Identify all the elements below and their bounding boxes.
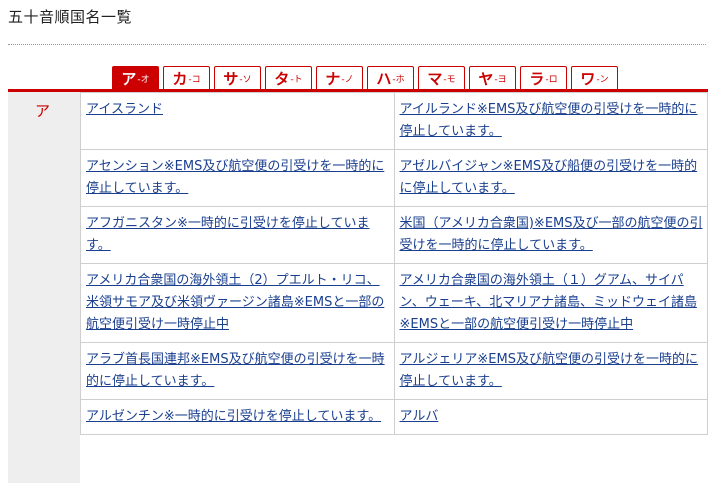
country-link[interactable]: アセンション※EMS及び航空便の引受けを一時的に停止しています。 bbox=[86, 159, 384, 196]
table-cell: アイスランド bbox=[80, 92, 395, 150]
tab-sa[interactable]: サ -ソ bbox=[214, 66, 261, 90]
section-header-column bbox=[8, 92, 80, 483]
table-row: アイスランド アイルランド※EMS及び航空便の引受けを一時的に停止しています。 bbox=[80, 92, 708, 150]
tab-sublabel: -ロ bbox=[545, 75, 558, 85]
table-row: アセンション※EMS及び航空便の引受けを一時的に停止しています。 アゼルバイジャ… bbox=[80, 149, 708, 207]
country-link[interactable]: アゼルバイジャン※EMS及び船便の引受けを一時的に停止しています。 bbox=[400, 159, 698, 196]
country-link[interactable]: アルゼンチン※一時的に引受けを停止しています。 bbox=[86, 409, 381, 424]
tab-label: ナ bbox=[325, 70, 341, 88]
table-cell: アメリカ合衆国の海外領土（2）プエルト・リコ、米領サモア及び米領ヴァージン諸島※… bbox=[80, 263, 395, 343]
table-cell: アルバ bbox=[393, 399, 708, 435]
country-link[interactable]: アイルランド※EMS及び航空便の引受けを一時的に停止しています。 bbox=[400, 102, 698, 139]
country-link[interactable]: アルジェリア※EMS及び航空便の引受けを一時的に停止しています。 bbox=[400, 352, 698, 389]
tab-label: ハ bbox=[376, 70, 392, 88]
table-cell: 米国（アメリカ合衆国)※EMS及び一部の航空便の引受けを一時的に停止しています。 bbox=[393, 206, 708, 264]
tab-wa[interactable]: ワ -ン bbox=[571, 66, 618, 90]
table-cell: アルゼンチン※一時的に引受けを停止しています。 bbox=[80, 399, 395, 435]
tab-sublabel: -ヨ bbox=[494, 75, 507, 85]
tab-ha[interactable]: ハ -ホ bbox=[367, 66, 414, 90]
table-row: アルゼンチン※一時的に引受けを停止しています。 アルバ bbox=[80, 399, 708, 435]
title-divider bbox=[8, 44, 706, 45]
table-row: アフガニスタン※一時的に引受けを停止しています。 米国（アメリカ合衆国)※EMS… bbox=[80, 206, 708, 264]
table-cell: アルジェリア※EMS及び航空便の引受けを一時的に停止しています。 bbox=[393, 342, 708, 400]
country-table: アイスランド アイルランド※EMS及び航空便の引受けを一時的に停止しています。 … bbox=[80, 92, 708, 435]
country-link[interactable]: 米国（アメリカ合衆国)※EMS及び一部の航空便の引受けを一時的に停止しています。 bbox=[400, 216, 703, 253]
table-cell: アフガニスタン※一時的に引受けを停止しています。 bbox=[80, 206, 395, 264]
tab-label: カ bbox=[172, 70, 188, 88]
section-label: ア bbox=[35, 102, 51, 120]
tab-label: サ bbox=[223, 70, 239, 88]
page-title: 五十音順国名一覧 bbox=[8, 8, 133, 26]
tab-sublabel: -ン bbox=[596, 75, 609, 85]
country-link[interactable]: アフガニスタン※一時的に引受けを停止しています。 bbox=[86, 216, 370, 253]
tab-sublabel: -モ bbox=[443, 75, 456, 85]
tab-na[interactable]: ナ -ノ bbox=[316, 66, 363, 90]
country-link[interactable]: アイスランド bbox=[86, 102, 163, 117]
tab-sublabel: -ト bbox=[290, 75, 303, 85]
country-link[interactable]: アルバ bbox=[400, 409, 439, 424]
kana-tab-bar: ア -オ カ -コ サ -ソ タ -ト ナ -ノ ハ -ホ マ -モ ヤ -ヨ ラ -ロ ワ -ン bbox=[112, 66, 618, 90]
tab-ma[interactable]: マ -モ bbox=[418, 66, 465, 90]
country-link[interactable]: アラブ首長国連邦※EMS及び航空便の引受けを一時的に停止しています。 bbox=[86, 352, 385, 389]
tab-ta[interactable]: タ -ト bbox=[265, 66, 312, 90]
tab-sublabel: -ノ bbox=[341, 75, 354, 85]
tab-sublabel: -ホ bbox=[392, 75, 405, 85]
table-row: アラブ首長国連邦※EMS及び航空便の引受けを一時的に停止しています。 アルジェリ… bbox=[80, 342, 708, 400]
tab-label: ア bbox=[121, 70, 137, 88]
tab-label: ヤ bbox=[478, 70, 494, 88]
tab-sublabel: -ソ bbox=[239, 75, 252, 85]
tab-ya[interactable]: ヤ -ヨ bbox=[469, 66, 516, 90]
table-cell: アメリカ合衆国の海外領土（１）グアム、サイパン、ウェーキ、北マリアナ諸島、ミッド… bbox=[393, 263, 708, 343]
table-cell: アラブ首長国連邦※EMS及び航空便の引受けを一時的に停止しています。 bbox=[80, 342, 395, 400]
tab-a[interactable]: ア -オ bbox=[112, 66, 159, 90]
tab-sublabel: -コ bbox=[188, 75, 201, 85]
country-link[interactable]: アメリカ合衆国の海外領土（2）プエルト・リコ、米領サモア及び米領ヴァージン諸島※… bbox=[86, 273, 384, 332]
table-row: アメリカ合衆国の海外領土（2）プエルト・リコ、米領サモア及び米領ヴァージン諸島※… bbox=[80, 263, 708, 343]
tab-label: マ bbox=[427, 70, 443, 88]
tab-sublabel: -オ bbox=[137, 75, 150, 85]
tab-label: ラ bbox=[529, 70, 545, 88]
country-link[interactable]: アメリカ合衆国の海外領土（１）グアム、サイパン、ウェーキ、北マリアナ諸島、ミッド… bbox=[400, 273, 697, 332]
table-cell: アセンション※EMS及び航空便の引受けを一時的に停止しています。 bbox=[80, 149, 395, 207]
tab-ra[interactable]: ラ -ロ bbox=[520, 66, 567, 90]
tab-ka[interactable]: カ -コ bbox=[163, 66, 210, 90]
tab-label: ワ bbox=[580, 70, 596, 88]
table-cell: アゼルバイジャン※EMS及び船便の引受けを一時的に停止しています。 bbox=[393, 149, 708, 207]
table-cell: アイルランド※EMS及び航空便の引受けを一時的に停止しています。 bbox=[393, 92, 708, 150]
tab-label: タ bbox=[274, 70, 290, 88]
